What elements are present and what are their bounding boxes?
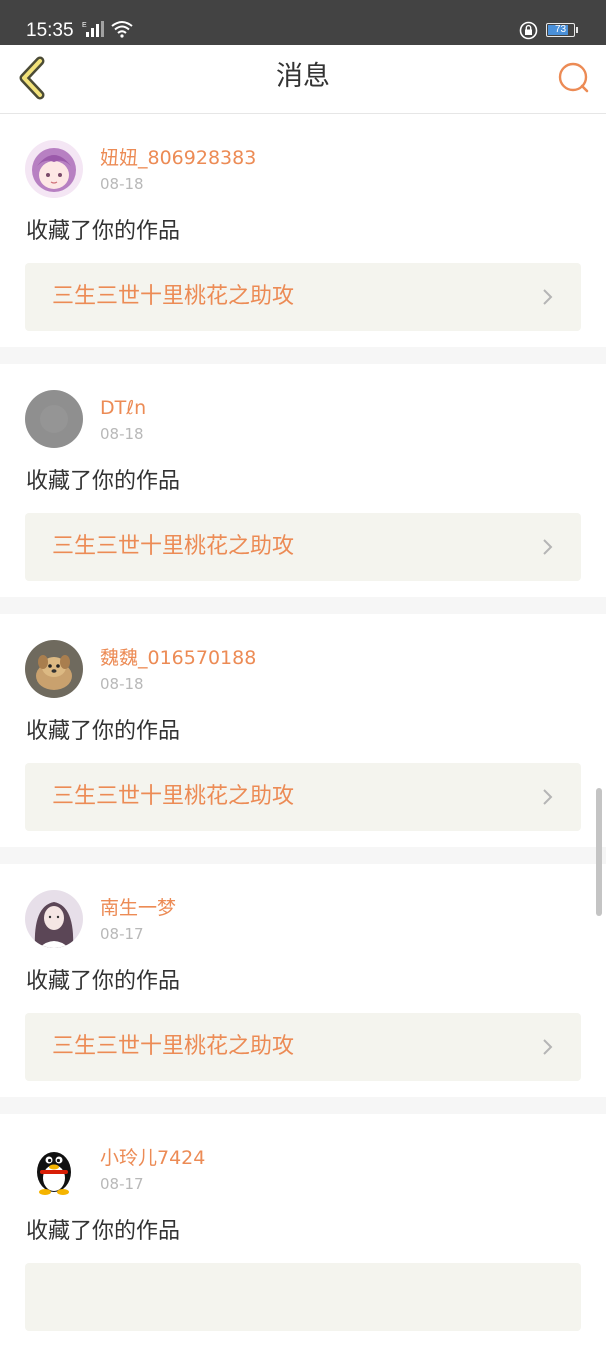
work-link[interactable]: 三生三世十里桃花之助攻 (25, 263, 581, 331)
username[interactable]: 妞妞_806928383 (100, 145, 256, 171)
signal-icon: E (82, 20, 104, 42)
puppy-avatar-icon (25, 640, 83, 698)
qq-penguin-avatar-icon (25, 1140, 83, 1198)
status-bar: 15:35 E 73 (0, 0, 606, 45)
chevron-right-icon (543, 789, 553, 805)
divider (0, 847, 606, 864)
message-action-text: 收藏了你的作品 (26, 1219, 181, 1244)
work-title: 三生三世十里桃花之助攻 (52, 784, 295, 809)
work-title: 三生三世十里桃花之助攻 (52, 534, 295, 559)
message-action-text: 收藏了你的作品 (26, 969, 181, 994)
username[interactable]: 南生一梦 (100, 895, 176, 921)
username[interactable]: 小玲儿7424 (100, 1145, 205, 1171)
scrollbar[interactable] (596, 788, 602, 916)
user-avatar[interactable] (25, 640, 83, 698)
message-item: 魏魏_016570188 08-18 收藏了你的作品 三生三世十里桃花之助攻 (0, 614, 606, 847)
user-avatar[interactable] (25, 1140, 83, 1198)
message-action-text: 收藏了你的作品 (26, 719, 181, 744)
gray-avatar-icon (25, 390, 83, 448)
message-date: 08-17 (100, 925, 144, 943)
user-avatar[interactable] (25, 390, 83, 448)
message-date: 08-18 (100, 425, 144, 443)
wifi-icon (110, 20, 134, 42)
battery-icon: 73 (546, 23, 575, 37)
work-link[interactable]: 三生三世十里桃花之助攻 (25, 763, 581, 831)
search-button[interactable] (552, 58, 594, 100)
battery-tip (576, 27, 578, 33)
anime-girl-avatar-icon (25, 140, 83, 198)
search-icon (558, 62, 589, 93)
message-item: 妞妞_806928383 08-18 收藏了你的作品 三生三世十里桃花之助攻 (0, 114, 606, 347)
work-link[interactable]: 三生三世十里桃花之助攻 (25, 1013, 581, 1081)
work-title: 三生三世十里桃花之助攻 (52, 1034, 295, 1059)
user-avatar[interactable] (25, 140, 83, 198)
work-title: 三生三世十里桃花之助攻 (52, 284, 295, 309)
girl-photo-avatar-icon (25, 890, 83, 948)
message-date: 08-18 (100, 175, 144, 193)
svg-text:E: E (82, 22, 87, 29)
message-action-text: 收藏了你的作品 (26, 219, 181, 244)
chevron-right-icon (543, 539, 553, 555)
username[interactable]: 魏魏_016570188 (100, 645, 256, 671)
rotation-lock-icon (519, 21, 538, 44)
message-date: 08-17 (100, 1175, 144, 1193)
status-time: 15:35 (26, 20, 74, 41)
message-date: 08-18 (100, 675, 144, 693)
work-link[interactable]: 三生三世十里桃花之助攻 (25, 513, 581, 581)
message-item: DTℓn 08-18 收藏了你的作品 三生三世十里桃花之助攻 (0, 364, 606, 597)
user-avatar[interactable] (25, 890, 83, 948)
chevron-right-icon (543, 1039, 553, 1055)
message-action-text: 收藏了你的作品 (26, 469, 181, 494)
nav-bar: 消息 (0, 45, 606, 114)
page-title: 消息 (276, 61, 330, 92)
work-link[interactable] (25, 1263, 581, 1331)
battery-level-text: 73 (554, 24, 567, 35)
chevron-right-icon (543, 289, 553, 305)
divider (0, 347, 606, 364)
message-item: 南生一梦 08-17 收藏了你的作品 三生三世十里桃花之助攻 (0, 864, 606, 1097)
username[interactable]: DTℓn (100, 395, 146, 421)
message-list: 妞妞_806928383 08-18 收藏了你的作品 三生三世十里桃花之助攻 D… (0, 114, 606, 1347)
divider (0, 1097, 606, 1114)
message-item: 小玲儿7424 08-17 收藏了你的作品 (0, 1114, 606, 1347)
divider (0, 597, 606, 614)
